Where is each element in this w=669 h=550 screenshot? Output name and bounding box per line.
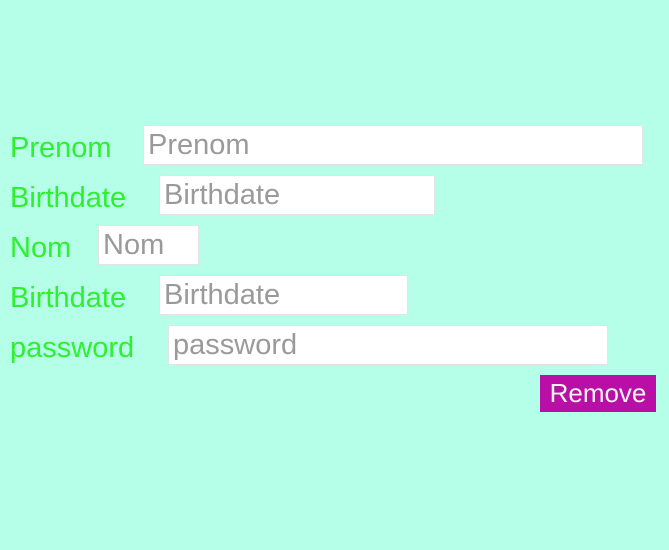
nom-label: Nom: [10, 232, 72, 264]
birthdate-label-1: Birthdate: [10, 182, 127, 214]
birthdate-input-2[interactable]: [159, 275, 408, 315]
birthdate-input-1[interactable]: [159, 175, 435, 215]
remove-button[interactable]: Remove: [540, 375, 656, 412]
prenom-input[interactable]: [143, 125, 643, 165]
birthdate-label-2: Birthdate: [10, 282, 127, 314]
prenom-label: Prenom: [10, 132, 112, 164]
password-label: password: [10, 332, 135, 364]
nom-input[interactable]: [98, 225, 199, 265]
password-input[interactable]: [168, 325, 608, 365]
